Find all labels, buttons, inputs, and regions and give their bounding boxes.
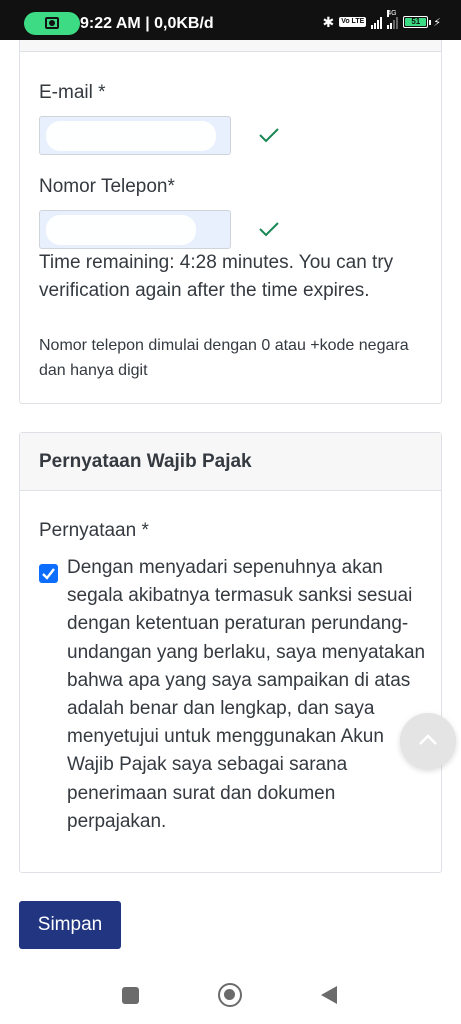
scroll-to-top-button[interactable] (400, 713, 456, 769)
status-time: 9:22 AM | 0,0KB/d (80, 15, 214, 32)
back-icon[interactable] (320, 985, 338, 1005)
signal-4g-icon: 4G (387, 9, 399, 29)
signal-icon (371, 16, 383, 29)
phone-field[interactable] (39, 210, 231, 249)
email-field[interactable] (39, 116, 231, 155)
battery-icon: 51 (403, 16, 432, 28)
check-icon (259, 222, 279, 237)
checkmark-icon (42, 568, 55, 580)
bluetooth-icon: ✱ (322, 13, 335, 30)
time-remaining-text: Time remaining: 4:28 minutes. You can tr… (39, 252, 394, 301)
battery-level: 51 (405, 18, 427, 26)
check-icon (259, 128, 279, 143)
statement-card-header: Pernyataan Wajib Pajak (20, 433, 441, 491)
status-bar: 9:22 AM | 0,0KB/d ✱ Vo LTE 4G 51 ⚡ (0, 0, 461, 40)
navigation-bar (0, 970, 461, 1024)
charging-icon: ⚡ (433, 16, 441, 29)
redaction-mark (46, 121, 216, 151)
statement-label: Pernyataan * (39, 520, 149, 541)
home-icon[interactable] (218, 983, 242, 1007)
phone-help-text: Nomor telepon dimulai dengan 0 atau +kod… (39, 337, 409, 379)
screen-recorder-pill[interactable] (24, 12, 80, 35)
statement-card: Pernyataan Wajib Pajak Pernyataan * Deng… (19, 432, 442, 873)
redaction-mark (46, 215, 196, 245)
phone-label: Nomor Telepon* (39, 176, 175, 197)
statement-checkbox[interactable] (39, 564, 58, 583)
contact-card: E-mail * Nomor Telepon* Time remaining: … (19, 40, 442, 404)
card-header-strip (20, 40, 441, 52)
recents-icon[interactable] (122, 987, 139, 1004)
email-label: E-mail * (39, 82, 106, 103)
statement-text: Dengan menyadari sepenuhnya akan segala … (67, 557, 426, 832)
chevron-up-icon (419, 734, 437, 745)
save-button[interactable]: Simpan (19, 901, 121, 949)
status-icons: ✱ Vo LTE 4G 51 ⚡ (322, 9, 441, 31)
volte-icon: Vo LTE (339, 17, 367, 27)
camera-icon (45, 17, 59, 29)
network-label: 4G (387, 9, 397, 17)
